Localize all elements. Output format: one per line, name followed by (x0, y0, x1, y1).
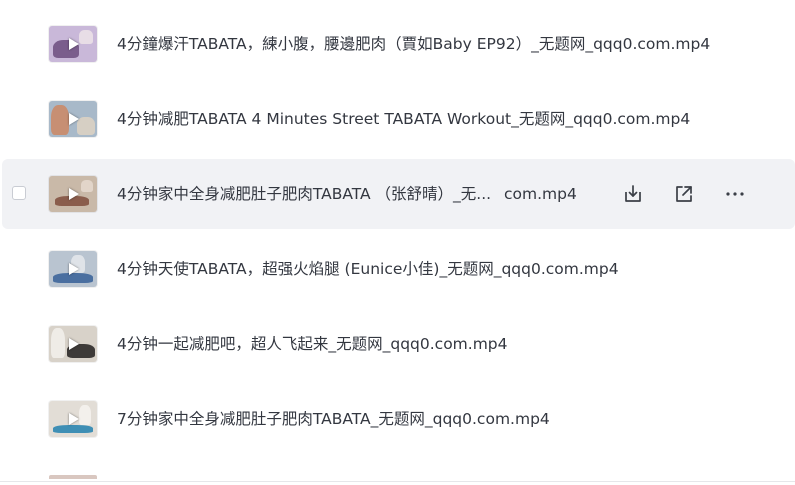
download-button[interactable] (620, 181, 646, 207)
file-name[interactable]: 4分鐘爆汗TABATA，練小腹，腰邊肥肉（賈如Baby EP92）_无题网_qq… (117, 34, 710, 54)
more-button[interactable] (722, 181, 748, 207)
file-row[interactable]: 4分鐘爆汗TABATA，練小腹，腰邊肥肉（賈如Baby EP92）_无题网_qq… (2, 9, 795, 79)
play-icon (69, 413, 79, 425)
share-button[interactable] (671, 181, 697, 207)
more-icon (726, 192, 744, 196)
video-thumbnail[interactable] (49, 26, 97, 62)
video-thumbnail[interactable] (49, 101, 97, 137)
select-checkbox[interactable] (12, 186, 26, 200)
file-name[interactable]: 4分钟天使TABATA，超强火焰腿 (Eunice小佳)_无题网_qqq0.co… (117, 259, 619, 279)
file-name[interactable]: 4分钟家中全身减肥肚子肥肉TABATA （张舒晴）_无... com.mp4 (117, 184, 577, 204)
download-icon (625, 185, 641, 202)
play-icon (69, 263, 79, 275)
video-thumbnail[interactable] (49, 251, 97, 287)
share-icon (676, 186, 692, 202)
play-icon (69, 38, 79, 50)
thumbnail-figure (81, 180, 93, 192)
file-name-start: 4分钟家中全身减肥肚子肥肉TABATA （张舒晴）_无... (117, 185, 492, 203)
list-bottom-divider (0, 481, 795, 482)
thumbnail-figure (51, 328, 65, 358)
file-row[interactable]: 4分钟天使TABATA，超强火焰腿 (Eunice小佳)_无题网_qqq0.co… (2, 234, 795, 304)
thumbnail-figure (53, 425, 93, 433)
thumbnail-figure (79, 405, 91, 425)
file-row[interactable]: 4分钟一起减肥吧，超人飞起来_无题网_qqq0.com.mp4 (2, 309, 795, 379)
file-row[interactable]: 7分钟家中全身减肥肚子肥肉TABATA_无题网_qqq0.com.mp4 (2, 384, 795, 454)
play-icon (69, 113, 79, 125)
thumbnail-figure (77, 117, 95, 135)
play-icon (69, 338, 79, 350)
file-name-end: com.mp4 (504, 185, 577, 203)
video-thumbnail[interactable] (49, 326, 97, 362)
file-row[interactable]: 4分钟减肥TABATA 4 Minutes Street TABATA Work… (2, 84, 795, 154)
video-thumbnail[interactable] (49, 401, 97, 437)
video-thumbnail[interactable] (49, 176, 97, 212)
file-name[interactable]: 7分钟家中全身减肥肚子肥肉TABATA_无题网_qqq0.com.mp4 (117, 409, 550, 429)
file-row-hovered[interactable]: 4分钟家中全身减肥肚子肥肉TABATA （张舒晴）_无... com.mp4 (2, 159, 795, 229)
file-list: 4分鐘爆汗TABATA，練小腹，腰邊肥肉（賈如Baby EP92）_无题网_qq… (0, 0, 795, 485)
file-name[interactable]: 4分钟减肥TABATA 4 Minutes Street TABATA Work… (117, 109, 690, 129)
file-name[interactable]: 4分钟一起减肥吧，超人飞起来_无题网_qqq0.com.mp4 (117, 334, 508, 354)
next-thumbnail-peek (49, 475, 97, 479)
play-icon (69, 188, 79, 200)
thumbnail-figure (79, 30, 93, 44)
thumbnail-figure (51, 105, 69, 135)
